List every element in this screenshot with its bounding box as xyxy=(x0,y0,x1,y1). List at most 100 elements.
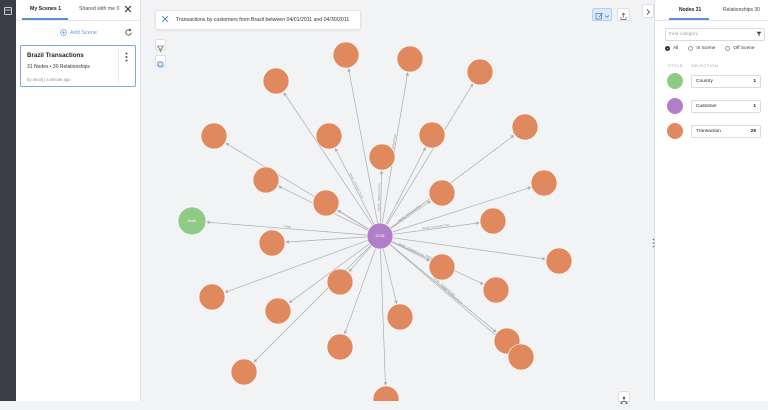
transaction-node[interactable] xyxy=(482,276,510,304)
transaction-node[interactable] xyxy=(386,303,414,331)
style-heading: STYLE xyxy=(668,63,684,68)
transaction-node[interactable] xyxy=(200,122,228,150)
selection-heading: SELECTION xyxy=(691,63,719,68)
category-color-swatch[interactable] xyxy=(667,98,683,114)
graph-svg[interactable]: MADE_TRANSACTIONMADE_TRANSACTION MADE_TRA… xyxy=(140,0,654,401)
transaction-node[interactable] xyxy=(264,297,292,325)
more-vertical-icon[interactable] xyxy=(125,52,128,62)
drag-grip-icon[interactable] xyxy=(652,238,655,248)
collapse-panel-button[interactable] xyxy=(642,4,654,18)
category-customer[interactable]: Customer 1 xyxy=(665,98,765,114)
relationship-edge[interactable] xyxy=(347,68,378,224)
refresh-icon[interactable] xyxy=(124,28,133,37)
add-scene-button[interactable]: Add Scene xyxy=(60,29,97,36)
graph-canvas[interactable]: MADE_TRANSACTION MADE_TRANSACTION MADE_TRA… xyxy=(140,0,654,404)
close-icon[interactable] xyxy=(161,15,169,23)
export-button[interactable] xyxy=(617,8,630,21)
chevron-right-icon xyxy=(646,9,651,15)
card-divider xyxy=(118,48,119,84)
layout-button[interactable] xyxy=(618,391,630,404)
scenes-tabs: My Scenes 1 Shared with me 0 xyxy=(16,0,140,21)
transaction-node[interactable] xyxy=(326,268,354,296)
category-label: Customer xyxy=(696,104,717,109)
category-count: 29 xyxy=(750,129,756,134)
transaction-node[interactable] xyxy=(262,67,290,95)
relationship-edge[interactable] xyxy=(288,243,370,304)
radio-off-scene-dot xyxy=(725,46,731,51)
relationship-edge[interactable] xyxy=(382,248,398,304)
relationship-label: MADE_TRANSACTION xyxy=(397,204,422,223)
radio-all-label: All xyxy=(673,46,679,51)
transaction-node[interactable] xyxy=(545,247,573,275)
category-transaction[interactable]: Transaction 29 xyxy=(665,123,765,139)
find-category-field[interactable] xyxy=(665,28,765,41)
transaction-node[interactable] xyxy=(479,207,507,235)
relationship-label: MADE_TRANSACTION xyxy=(377,183,382,211)
close-icon[interactable] xyxy=(123,4,133,14)
edit-icon xyxy=(595,12,610,20)
transaction-node[interactable] xyxy=(507,343,535,371)
relationship-label: FROM xyxy=(283,224,291,229)
add-scene-label: Add Scene xyxy=(70,29,97,36)
scenes-panel: My Scenes 1 Shared with me 0 Add Scene B… xyxy=(16,0,141,401)
scene-filter-radios: All In Scene Off Scene xyxy=(665,46,755,51)
legend-column-heads: STYLE SELECTION xyxy=(668,63,718,68)
transaction-node[interactable] xyxy=(428,179,456,207)
transaction-node[interactable] xyxy=(368,143,396,171)
transaction-node[interactable] xyxy=(332,41,360,69)
relationship-edge[interactable] xyxy=(380,248,388,386)
category-selection[interactable]: Country 1 xyxy=(691,75,761,88)
scene-card[interactable]: Brazil Transactions 31 Nodes • 30 Relati… xyxy=(20,45,136,87)
category-label: Country xyxy=(696,79,713,84)
transaction-node[interactable] xyxy=(198,283,226,311)
transaction-node[interactable] xyxy=(230,358,258,386)
copy-icon xyxy=(157,61,164,68)
country-node-label: Brazil xyxy=(188,219,196,223)
tab-relationships[interactable]: Relationships 30 xyxy=(723,7,760,13)
category-count: 1 xyxy=(753,104,756,109)
tab-my-scenes[interactable]: My Scenes 1 xyxy=(30,6,61,12)
category-selection[interactable]: Customer 1 xyxy=(691,100,761,113)
transaction-node[interactable] xyxy=(252,166,280,194)
radio-all-dot xyxy=(665,46,670,51)
scene-meta: by neo4j | a minute ago xyxy=(27,77,71,82)
copy-button[interactable] xyxy=(155,55,166,68)
relationship-edge[interactable] xyxy=(285,236,368,244)
radio-in-scene[interactable]: In Scene xyxy=(688,46,715,51)
radio-all[interactable]: All xyxy=(665,46,678,51)
app-logo-icon[interactable] xyxy=(3,6,13,16)
transaction-node[interactable] xyxy=(530,169,558,197)
radio-off-scene[interactable]: Off Scene xyxy=(725,46,755,51)
transaction-node[interactable] xyxy=(418,121,446,149)
transaction-node[interactable] xyxy=(326,333,354,361)
category-color-swatch[interactable] xyxy=(667,73,683,89)
radio-off-scene-label: Off Scene xyxy=(733,46,755,51)
transaction-node[interactable] xyxy=(396,45,424,73)
transaction-node[interactable] xyxy=(466,58,494,86)
transaction-node[interactable] xyxy=(372,385,400,401)
category-country[interactable]: Country 1 xyxy=(665,73,765,89)
transaction-node[interactable] xyxy=(315,122,343,150)
transaction-node[interactable] xyxy=(312,189,340,217)
filter-button[interactable] xyxy=(155,39,166,52)
tab-nodes[interactable]: Nodes 31 xyxy=(679,7,701,13)
transaction-node[interactable] xyxy=(428,253,456,281)
transaction-node[interactable] xyxy=(511,113,539,141)
active-tab-indicator xyxy=(22,18,68,20)
category-count: 1 xyxy=(753,79,756,84)
tab-shared-with-me[interactable]: Shared with me 0 xyxy=(79,6,119,12)
query-text: Transactions by customers from Brazil be… xyxy=(176,17,350,23)
scene-summary: 31 Nodes • 30 Relationships xyxy=(27,64,90,70)
search-query-bar[interactable]: Transactions by customers from Brazil be… xyxy=(155,10,361,30)
transaction-node[interactable] xyxy=(258,229,286,257)
filter-icon[interactable] xyxy=(756,31,762,37)
find-category-input[interactable] xyxy=(669,30,749,39)
category-color-swatch[interactable] xyxy=(667,123,683,139)
edit-mode-button[interactable] xyxy=(592,8,612,21)
relationship-edge[interactable] xyxy=(348,245,372,272)
export-icon xyxy=(620,12,627,20)
category-selection[interactable]: Transaction 29 xyxy=(691,125,761,138)
scene-title: Brazil Transactions xyxy=(27,52,84,59)
relationship-edge[interactable] xyxy=(392,237,546,261)
relationship-edge[interactable] xyxy=(386,83,474,226)
